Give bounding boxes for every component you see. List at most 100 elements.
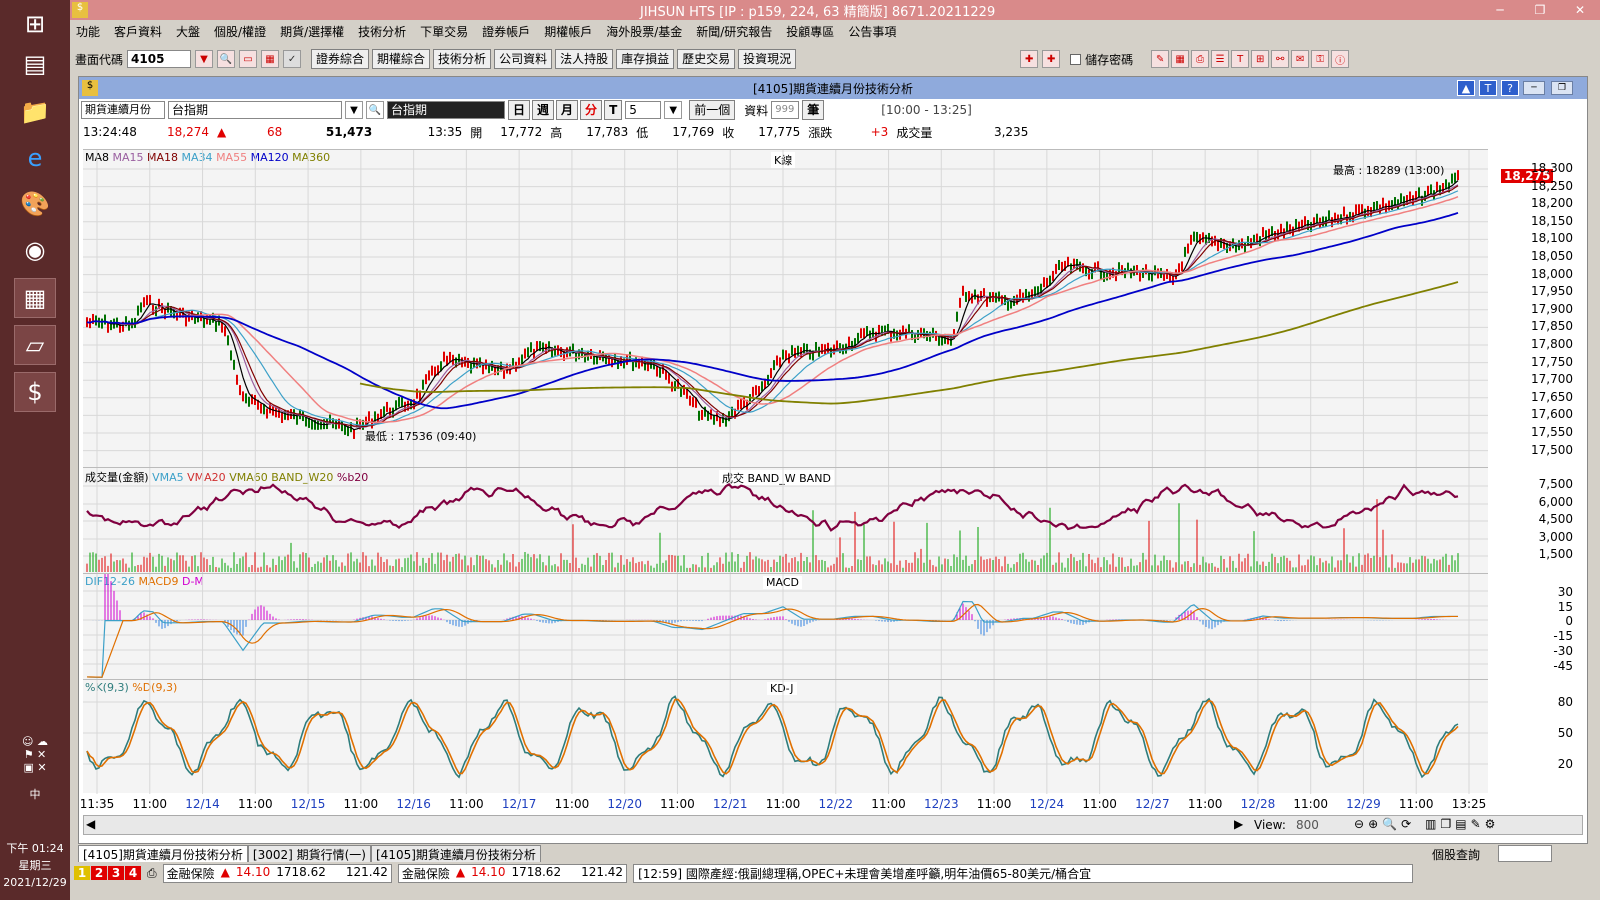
- page-button-3[interactable]: 3: [108, 866, 124, 880]
- period-button-1[interactable]: 週: [532, 100, 555, 120]
- data-unit-button[interactable]: 筆: [802, 100, 825, 120]
- symbol-type-select[interactable]: 期貨連續月份: [81, 101, 165, 119]
- macd-panel[interactable]: DIF12-26 MACD9 D-M MACD: [83, 573, 1488, 680]
- table-view-icon[interactable]: ▤: [1455, 817, 1466, 831]
- toolbar-button-2[interactable]: 技術分析: [433, 49, 492, 69]
- toolbar-button-0[interactable]: 證券綜合: [311, 49, 370, 69]
- menu-item-6[interactable]: 下單交易: [420, 23, 468, 40]
- kd-chart[interactable]: [83, 680, 1488, 794]
- search-icon[interactable]: 🔍: [217, 50, 236, 68]
- save-password-checkbox[interactable]: [1070, 53, 1082, 65]
- text-mode-icon[interactable]: T: [1479, 80, 1497, 96]
- prev-button[interactable]: 前一個: [689, 100, 736, 120]
- menu-item-2[interactable]: 大盤: [176, 23, 200, 40]
- inner-restore-icon[interactable]: ❐: [1551, 81, 1573, 95]
- selected-symbol[interactable]: 台指期: [387, 101, 505, 119]
- symbol-dropdown-icon[interactable]: ▼: [345, 101, 363, 119]
- toolbar-button-1[interactable]: 期權綜合: [372, 49, 431, 69]
- spreadsheet-icon[interactable]: ▦: [14, 278, 56, 318]
- up-arrow-icon[interactable]: ▲: [1457, 80, 1475, 96]
- red-cross-icon-2[interactable]: ✚: [1042, 50, 1061, 68]
- menu-item-0[interactable]: 功能: [76, 23, 100, 40]
- period-select[interactable]: 5: [625, 101, 662, 119]
- window-icon[interactable]: ▭: [239, 50, 258, 68]
- refresh-icon[interactable]: ⟳: [1401, 817, 1411, 831]
- period-button-4[interactable]: T: [604, 100, 623, 120]
- chrome-icon[interactable]: ◉: [14, 230, 56, 270]
- print-icon[interactable]: ⎙: [1191, 50, 1210, 68]
- page-button-4[interactable]: 4: [125, 866, 141, 880]
- status-quote-1[interactable]: 金融保險 ▲ 14.10 1718.62 121.42: [397, 863, 628, 883]
- volume-panel[interactable]: 成交量(金額) VMA5 VMA20 VMA60 BAND_W20 %b20 成…: [83, 467, 1488, 574]
- info-icon[interactable]: ⓘ: [1331, 50, 1350, 68]
- ie-browser-icon[interactable]: e: [14, 138, 56, 178]
- volume-chart[interactable]: [83, 468, 1488, 574]
- inner-minimize-icon[interactable]: ─: [1523, 81, 1545, 95]
- kline-chart[interactable]: [83, 150, 1488, 468]
- status-quote-0[interactable]: 金融保險 ▲ 14.10 1718.62 121.42: [162, 863, 392, 883]
- data-count-input[interactable]: 999: [771, 101, 800, 119]
- menu-item-1[interactable]: 客戶資料: [114, 23, 162, 40]
- zoom-in-icon[interactable]: ⊕: [1368, 817, 1378, 831]
- restore-icon[interactable]: ❐: [1520, 0, 1560, 20]
- copy-icon[interactable]: ❐: [1440, 817, 1451, 831]
- close-icon[interactable]: ✕: [1560, 0, 1600, 20]
- bar-chart-icon[interactable]: ▥: [1425, 817, 1436, 831]
- ime-indicator[interactable]: 中: [0, 786, 70, 802]
- toolbar-button-7[interactable]: 投資現況: [738, 49, 797, 69]
- kline-panel[interactable]: MA8 MA15 MA18 MA34 MA55 MA120 MA360 K線 最…: [83, 149, 1488, 468]
- tab-1[interactable]: [3002] 期貨行情(一): [247, 845, 371, 862]
- draw-icon[interactable]: ✎: [1471, 817, 1481, 831]
- tray-icons[interactable]: ☺ ☁ ⚑ ✕ ▣ ✕: [0, 735, 70, 774]
- paint-icon[interactable]: 🎨: [14, 184, 56, 224]
- symbol-name-input[interactable]: 台指期: [168, 101, 342, 119]
- jihsun-app-icon[interactable]: $: [14, 372, 56, 412]
- page-button-1[interactable]: 1: [74, 866, 90, 880]
- period-button-0[interactable]: 日: [508, 100, 531, 120]
- red-cross-icon[interactable]: ✚: [1020, 50, 1039, 68]
- system-clock[interactable]: 下午 01:24 星期三 2021/12/29: [0, 840, 70, 891]
- grid-icon[interactable]: ▦: [1171, 50, 1190, 68]
- toolbar-button-3[interactable]: 公司資料: [494, 49, 553, 69]
- period-dropdown-icon[interactable]: ▼: [664, 101, 683, 119]
- page-button-2[interactable]: 2: [91, 866, 107, 880]
- menu-item-9[interactable]: 海外股票/基金: [606, 23, 682, 40]
- text-icon[interactable]: T: [1231, 50, 1250, 68]
- windows-start-icon[interactable]: ⊞: [14, 4, 56, 44]
- news-ticker[interactable]: [12:59] 國際產經:俄副總理稱,OPEC+未理會美增產呼籲,明年油價65-…: [633, 863, 1414, 883]
- chart-scrollbar[interactable]: ◀ ▶ View: 800 ⊖ ⊕ 🔍 ⟳ ▥ ❐ ▤ ✎ ⚙: [83, 815, 1583, 835]
- minimize-icon[interactable]: ─: [1480, 0, 1520, 20]
- check-icon[interactable]: ✓: [283, 50, 302, 68]
- print-icon-status[interactable]: ⎙: [147, 866, 157, 881]
- table-icon[interactable]: ⊞: [1251, 50, 1270, 68]
- menu-item-11[interactable]: 投顧專區: [786, 23, 834, 40]
- kd-panel[interactable]: %K(9,3) %D(9,3) KD-J: [83, 679, 1488, 794]
- code-input[interactable]: 4105: [127, 50, 192, 68]
- menu-item-12[interactable]: 公告事項: [848, 23, 896, 40]
- zoom-out-icon[interactable]: ⊖: [1354, 817, 1364, 831]
- pen-icon[interactable]: ✎: [1151, 50, 1170, 68]
- code-dropdown-icon[interactable]: ▼: [195, 50, 214, 68]
- toolbar-button-5[interactable]: 庫存損益: [616, 49, 675, 69]
- toolbar-button-4[interactable]: 法人持股: [555, 49, 614, 69]
- toolbar-button-6[interactable]: 歷史交易: [677, 49, 736, 69]
- right-search-input[interactable]: [1498, 845, 1552, 862]
- tab-0[interactable]: [4105]期貨連續月份技術分析: [78, 845, 248, 862]
- menu-item-7[interactable]: 證券帳戶: [482, 23, 530, 40]
- view-value[interactable]: 800: [1296, 818, 1319, 832]
- help-icon[interactable]: ?: [1501, 80, 1519, 96]
- app-window-icon[interactable]: ▤: [14, 44, 56, 84]
- scroll-left-icon[interactable]: ◀: [86, 817, 95, 831]
- mail-icon[interactable]: ✉: [1291, 50, 1310, 68]
- magnify-icon[interactable]: 🔍: [1382, 817, 1397, 831]
- scroll-right-icon[interactable]: ▶: [1234, 817, 1243, 831]
- link-icon[interactable]: ⚯: [1271, 50, 1290, 68]
- list-icon[interactable]: ☰: [1211, 50, 1230, 68]
- tab-2[interactable]: [4105]期貨連續月份技術分析: [371, 845, 541, 862]
- menu-item-8[interactable]: 期權帳戶: [544, 23, 592, 40]
- macd-chart[interactable]: [83, 574, 1488, 680]
- menu-item-3[interactable]: 個股/權證: [214, 23, 266, 40]
- settings-icon[interactable]: ⚙: [1485, 817, 1496, 831]
- folder-icon[interactable]: 📁: [14, 92, 56, 132]
- menu-item-5[interactable]: 技術分析: [358, 23, 406, 40]
